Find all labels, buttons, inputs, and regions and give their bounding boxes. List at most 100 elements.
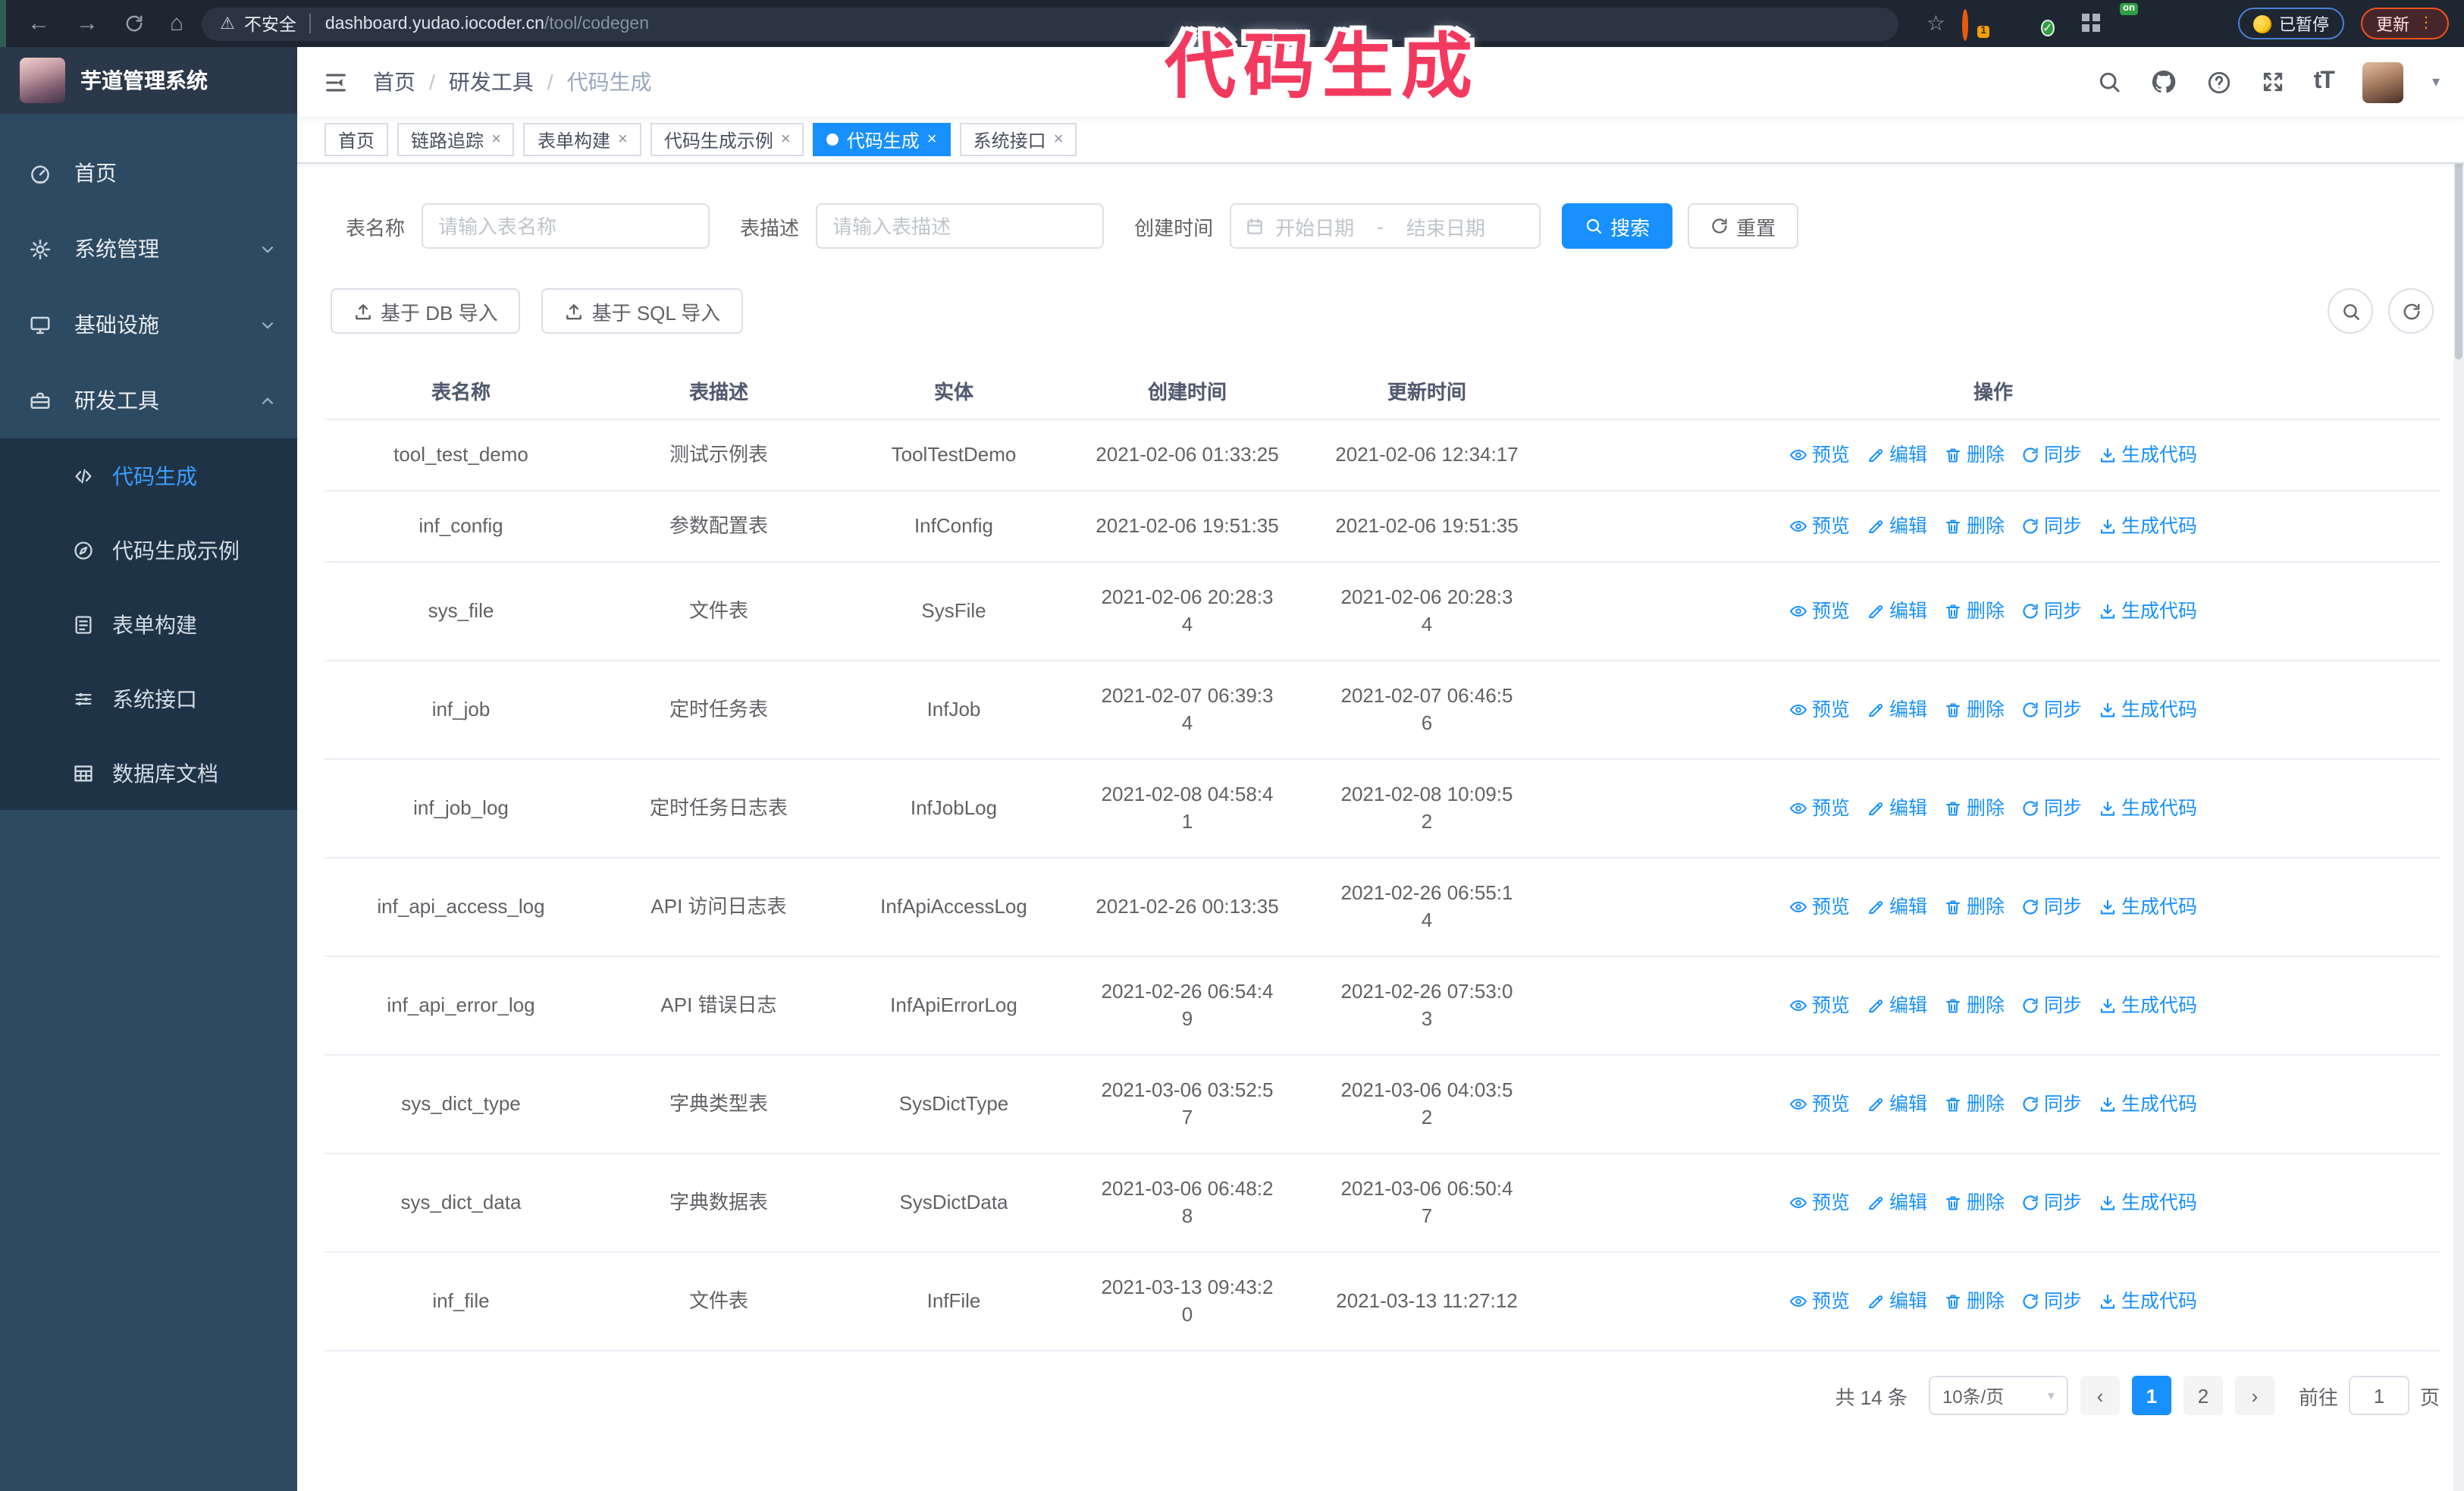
tab-item[interactable]: 表单构建 × (523, 123, 641, 156)
toggle-search-button[interactable] (2328, 288, 2373, 334)
preview-action[interactable]: 预览 (1789, 513, 1850, 540)
font-size-icon[interactable]: tT (2314, 69, 2335, 94)
extension-icon[interactable]: ✓ (2041, 12, 2064, 36)
paused-extension-badge[interactable]: 已暂停 (2238, 8, 2344, 39)
delete-action[interactable]: 删除 (1944, 893, 2005, 921)
close-icon[interactable]: × (491, 130, 501, 148)
sync-action[interactable]: 同步 (2021, 1189, 2082, 1216)
extension-icon[interactable]: 1 (1962, 9, 1989, 41)
sync-action[interactable]: 同步 (2021, 441, 2082, 469)
sync-action[interactable]: 同步 (2021, 893, 2082, 921)
bookmark-star-icon[interactable]: ☆ (1926, 11, 1945, 36)
edit-action[interactable]: 编辑 (1867, 893, 1927, 921)
edit-action[interactable]: 编辑 (1867, 1189, 1927, 1216)
tab-item[interactable]: 系统接口 × (959, 123, 1077, 156)
browser-back-icon[interactable]: ← (27, 12, 50, 35)
preview-action[interactable]: 预览 (1789, 795, 1850, 822)
extension-icon[interactable] (2159, 12, 2182, 35)
edit-action[interactable]: 编辑 (1867, 696, 1927, 724)
preview-action[interactable]: 预览 (1789, 1189, 1850, 1216)
generate-code-action[interactable]: 生成代码 (2099, 513, 2197, 540)
preview-action[interactable]: 预览 (1789, 441, 1850, 469)
fullscreen-icon[interactable] (2261, 70, 2285, 94)
preview-action[interactable]: 预览 (1789, 696, 1850, 724)
github-icon[interactable] (2150, 68, 2177, 96)
sidebar-item[interactable]: 首页 (0, 135, 297, 211)
chevron-down-icon[interactable]: ▾ (2432, 74, 2440, 90)
extension-icon[interactable] (2199, 12, 2221, 35)
browser-home-icon[interactable]: ⌂ (170, 12, 183, 35)
delete-action[interactable]: 删除 (1944, 441, 2005, 469)
preview-action[interactable]: 预览 (1789, 1288, 1850, 1315)
table-name-input[interactable] (422, 203, 710, 249)
date-range-picker[interactable]: 开始日期 - 结束日期 (1230, 203, 1541, 249)
edit-action[interactable]: 编辑 (1867, 598, 1927, 625)
sidebar-subitem[interactable]: 代码生成 (0, 438, 297, 513)
generate-code-action[interactable]: 生成代码 (2099, 598, 2197, 625)
avatar[interactable] (2362, 61, 2403, 102)
close-icon[interactable]: × (781, 130, 791, 148)
preview-action[interactable]: 预览 (1789, 1091, 1850, 1118)
preview-action[interactable]: 预览 (1789, 992, 1850, 1019)
generate-code-action[interactable]: 生成代码 (2099, 696, 2197, 724)
generate-code-action[interactable]: 生成代码 (2099, 893, 2197, 921)
browser-update-button[interactable]: 更新 ⋮ (2361, 8, 2449, 39)
extension-icon[interactable] (2002, 12, 2024, 35)
breadcrumb-item[interactable]: 研发工具 (449, 67, 534, 97)
sidebar-logo-bar[interactable]: 芋道管理系统 (0, 47, 297, 114)
edit-action[interactable]: 编辑 (1867, 1288, 1927, 1315)
sidebar-subitem[interactable]: 数据库文档 (0, 736, 297, 810)
edit-action[interactable]: 编辑 (1867, 513, 1927, 540)
sidebar-subitem[interactable]: 表单构建 (0, 587, 297, 661)
tab-active[interactable]: 代码生成 × (813, 123, 951, 156)
sync-action[interactable]: 同步 (2021, 513, 2082, 540)
sidebar-item[interactable]: 研发工具 (0, 363, 297, 438)
generate-code-action[interactable]: 生成代码 (2099, 795, 2197, 822)
import-db-button[interactable]: 基于 DB 导入 (331, 288, 521, 334)
table-desc-input[interactable] (816, 203, 1105, 249)
delete-action[interactable]: 删除 (1944, 1091, 2005, 1118)
close-icon[interactable]: × (927, 130, 937, 148)
page-button[interactable]: 2 (2183, 1376, 2223, 1415)
reset-button[interactable]: 重置 (1688, 203, 1799, 249)
goto-page-input[interactable] (2348, 1376, 2409, 1415)
generate-code-action[interactable]: 生成代码 (2099, 441, 2197, 469)
sync-action[interactable]: 同步 (2021, 795, 2082, 822)
next-page-button[interactable]: › (2234, 1376, 2274, 1415)
sidebar-subitem[interactable]: 系统接口 (0, 661, 297, 736)
close-icon[interactable]: × (618, 130, 628, 148)
delete-action[interactable]: 删除 (1944, 598, 2005, 625)
sidebar-item[interactable]: 系统管理 (0, 211, 297, 287)
page-size-select[interactable]: 10条/页 ▾ (1928, 1376, 2068, 1415)
extension-icon[interactable] (2080, 12, 2103, 35)
prev-page-button[interactable]: ‹ (2080, 1376, 2120, 1415)
refresh-table-button[interactable] (2388, 288, 2434, 334)
page-button[interactable]: 1 (2131, 1376, 2171, 1415)
generate-code-action[interactable]: 生成代码 (2099, 1288, 2197, 1315)
preview-action[interactable]: 预览 (1789, 893, 1850, 921)
sync-action[interactable]: 同步 (2021, 1288, 2082, 1315)
edit-action[interactable]: 编辑 (1867, 1091, 1927, 1118)
extension-icon[interactable]: on (2120, 3, 2143, 35)
generate-code-action[interactable]: 生成代码 (2099, 1189, 2197, 1216)
sidebar-item[interactable]: 基础设施 (0, 287, 297, 363)
preview-action[interactable]: 预览 (1789, 598, 1850, 625)
breadcrumb-item[interactable]: 首页 (373, 67, 415, 97)
address-bar[interactable]: ⚠ 不安全 dashboard.yudao.iocoder.cn /tool/c… (202, 7, 1899, 40)
sidebar-subitem[interactable]: 代码生成示例 (0, 513, 297, 587)
delete-action[interactable]: 删除 (1944, 1288, 2005, 1315)
browser-reload-icon[interactable] (124, 14, 144, 33)
import-sql-button[interactable]: 基于 SQL 导入 (541, 288, 744, 334)
sync-action[interactable]: 同步 (2021, 598, 2082, 625)
tab-item[interactable]: 代码生成示例 × (650, 123, 804, 156)
edit-action[interactable]: 编辑 (1867, 441, 1927, 469)
delete-action[interactable]: 删除 (1944, 513, 2005, 540)
delete-action[interactable]: 删除 (1944, 992, 2005, 1019)
close-icon[interactable]: × (1054, 130, 1064, 148)
kebab-menu-icon[interactable]: ⋮ (2419, 15, 2434, 32)
generate-code-action[interactable]: 生成代码 (2099, 1091, 2197, 1118)
help-icon[interactable] (2206, 69, 2232, 95)
generate-code-action[interactable]: 生成代码 (2099, 992, 2197, 1019)
edit-action[interactable]: 编辑 (1867, 992, 1927, 1019)
sync-action[interactable]: 同步 (2021, 992, 2082, 1019)
